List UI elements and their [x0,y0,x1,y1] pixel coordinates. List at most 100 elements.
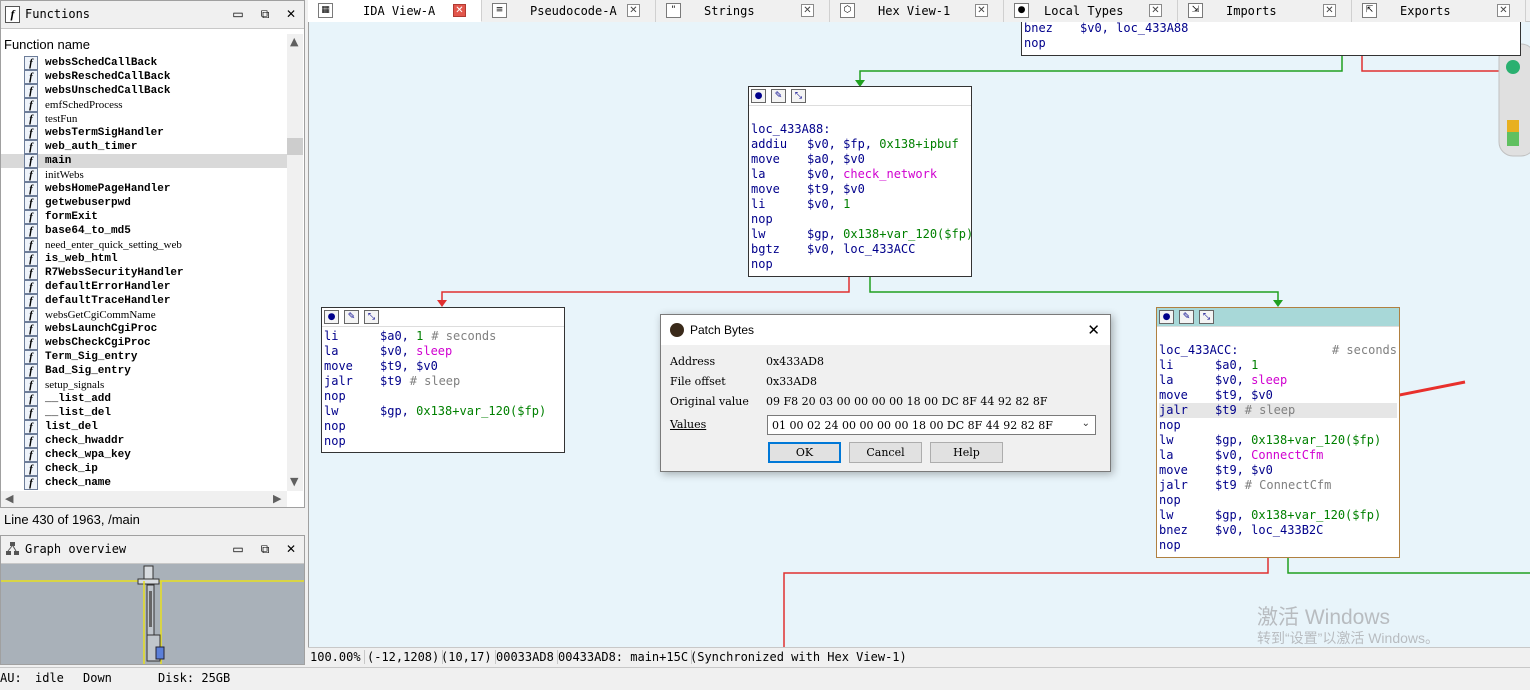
function-list-item[interactable]: f defaultErrorHandler [1,280,287,294]
function-list-item[interactable]: f main [1,154,287,168]
horizontal-scrollbar[interactable]: ◀ ▶ [1,491,287,507]
asm-line[interactable]: move $t9, $v0 [751,182,969,197]
minimize-icon[interactable]: ▭ [231,542,245,556]
asm-label-row[interactable]: loc_433ACC: # seconds [1159,343,1397,358]
close-icon[interactable]: ✕ [284,7,298,21]
asm-line[interactable]: move $t9, $v0 [1159,463,1397,478]
tab-local-types[interactable]: ● Local Types ✕ [1004,0,1178,22]
function-list-item[interactable]: f __list_add [1,392,287,406]
color-palette-icon[interactable]: ● [1159,310,1174,324]
asm-line[interactable]: la $v0, ConnectCfm [1159,448,1397,463]
asm-line[interactable]: nop [324,389,562,404]
rename-icon[interactable]: ✎ [344,310,359,324]
rename-icon[interactable]: ✎ [1179,310,1194,324]
graph-group-icon[interactable]: ⤡ [791,89,806,103]
asm-line[interactable]: la $v0, sleep [324,344,562,359]
help-button[interactable]: Help [930,442,1003,463]
asm-line[interactable]: jalr $t9 # ConnectCfm [1159,478,1397,493]
asm-line[interactable]: jalr $t9 # sleep [1159,403,1397,418]
asm-line[interactable]: nop [751,257,969,272]
function-list-item[interactable]: f check_hwaddr [1,434,287,448]
cancel-button[interactable]: Cancel [849,442,922,463]
close-icon[interactable]: ✕ [284,542,298,556]
close-icon[interactable]: ✕ [1323,4,1336,17]
function-list-item[interactable]: f websHomePageHandler [1,182,287,196]
asm-line[interactable]: nop [1159,493,1397,508]
function-list-item[interactable]: f getwebuserpwd [1,196,287,210]
function-list-item[interactable]: f setup_signals [1,378,287,392]
asm-label[interactable]: loc_433A88: [751,122,830,137]
asm-line[interactable]: li $v0, 1 [751,197,969,212]
scroll-left-icon[interactable]: ◀ [5,492,13,505]
asm-line[interactable]: bgtz $v0, loc_433ACC [751,242,969,257]
asm-line[interactable]: li $a0, 1 # seconds [324,329,562,344]
function-list-item[interactable]: f websTermSigHandler [1,126,287,140]
asm-line[interactable]: nop [1024,36,1518,51]
function-list-item[interactable]: f need_enter_quick_setting_web [1,238,287,252]
close-icon[interactable]: ✕ [801,4,814,17]
graph-group-icon[interactable]: ⤡ [1199,310,1214,324]
graph-group-icon[interactable]: ⤡ [364,310,379,324]
restore-icon[interactable]: ⧉ [258,7,272,21]
ok-button[interactable]: OK [768,442,841,463]
color-palette-icon[interactable]: ● [324,310,339,324]
function-list-item[interactable]: f Term_Sig_entry [1,350,287,364]
close-icon[interactable]: ✕ [627,4,640,17]
asm-line[interactable]: lw $gp, 0x138+var_120($fp) [324,404,562,419]
close-icon[interactable]: ✕ [1149,4,1162,17]
function-list-item[interactable]: f websCheckCgiProc [1,336,287,350]
function-list-item[interactable]: f websLaunchCgiProc [1,322,287,336]
graph-node-loc-433acc[interactable]: ● ✎ ⤡ loc_433ACC: # seconds li $a0, 1 la $v0,… [1156,307,1400,558]
asm-line[interactable]: li $a0, 1 [1159,358,1397,373]
tab-hex-view-1[interactable]: ⬡ Hex View-1 ✕ [830,0,1004,22]
close-icon[interactable]: ✕ [975,4,988,17]
function-list-item[interactable]: f emfSchedProcess [1,98,287,112]
tab-pseudocode-a[interactable]: ≡ Pseudocode-A ✕ [482,0,656,22]
function-list-item[interactable]: f websSchedCallBack [1,56,287,70]
function-list-item[interactable]: f list_del [1,420,287,434]
asm-line[interactable]: nop [751,212,969,227]
close-icon[interactable]: ✕ [453,4,466,17]
function-list-item[interactable]: f R7WebsSecurityHandler [1,266,287,280]
function-list-item[interactable]: f check_name [1,476,287,490]
graph-overview-canvas[interactable] [1,564,304,664]
graph-node-top[interactable]: bnez $v0, loc_433A88 nop [1021,22,1521,56]
asm-line[interactable]: lw $gp, 0x138+var_120($fp) [751,227,973,242]
function-list[interactable]: f websSchedCallBack f websReschedCallBack f w… [1,56,287,492]
scroll-thumb[interactable] [287,138,303,155]
values-combobox[interactable]: 01 00 02 24 00 00 00 00 18 00 DC 8F 44 9… [767,415,1096,435]
restore-icon[interactable]: ⧉ [258,542,272,556]
values-input-text[interactable]: 01 00 02 24 00 00 00 00 18 00 DC 8F 44 9… [772,419,1053,432]
asm-line[interactable]: lw $gp, 0x138+var_120($fp) [1159,433,1397,448]
asm-line[interactable]: nop [1159,418,1397,433]
asm-line[interactable]: move $t9, $v0 [1159,388,1397,403]
asm-line[interactable]: nop [324,434,562,449]
close-icon[interactable]: ✕ [1497,4,1510,17]
asm-line[interactable]: bnez $v0, loc_433B2C [1159,523,1397,538]
asm-line[interactable]: addiu $v0, $fp, 0x138+ipbuf [751,137,969,152]
scroll-down-icon[interactable]: ▼ [290,475,298,488]
close-icon[interactable]: ✕ [1087,321,1100,339]
scroll-right-icon[interactable]: ▶ [273,492,281,505]
function-list-item[interactable]: f initWebs [1,168,287,182]
asm-line[interactable]: la $v0, check_network [751,167,969,182]
asm-line[interactable]: nop [324,419,562,434]
function-list-item[interactable]: f websGetCgiCommName [1,308,287,322]
asm-line[interactable]: jalr $t9 # sleep [324,374,562,389]
function-list-item[interactable]: f base64_to_md5 [1,224,287,238]
graph-node-sleep-left[interactable]: ● ✎ ⤡ li $a0, 1 # seconds la $v0, sleep move $… [321,307,565,453]
tab-exports[interactable]: ⇱ Exports ✕ [1352,0,1526,22]
asm-line[interactable]: bnez $v0, loc_433A88 [1024,22,1518,36]
minimize-icon[interactable]: ▭ [231,7,245,21]
function-list-item[interactable]: f is_web_html [1,252,287,266]
function-list-item[interactable]: f web_auth_timer [1,140,287,154]
function-list-item[interactable]: f websReschedCallBack [1,70,287,84]
asm-line[interactable]: move $t9, $v0 [324,359,562,374]
function-list-item[interactable]: f Bad_Sig_entry [1,364,287,378]
function-list-item[interactable]: f check_ip [1,462,287,476]
asm-line[interactable]: la $v0, sleep [1159,373,1397,388]
asm-line[interactable]: move $a0, $v0 [751,152,969,167]
chevron-down-icon[interactable]: ⌄ [1082,418,1090,429]
asm-line[interactable]: lw $gp, 0x138+var_120($fp) [1159,508,1397,523]
function-list-item[interactable]: f websUnschedCallBack [1,84,287,98]
